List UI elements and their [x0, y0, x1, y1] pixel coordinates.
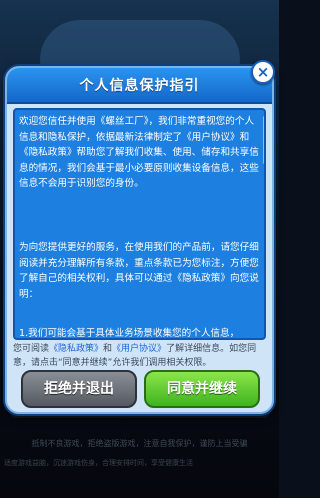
dialog-header: 个人信息保护指引 [7, 68, 272, 104]
health-notice-line: 抵制不良游戏，拒绝盗版游戏，注意自我保护，谨防上当受骗 [31, 439, 248, 448]
health-notice-line: 适度游戏益脑，沉迷游戏伤身，合理安排时间，享受健康生活 [4, 459, 193, 467]
policy-paragraph: 1.我们可能会基于具体业务场景收集您的个人信息， [19, 328, 240, 339]
reject-and-exit-button[interactable]: 拒绝并退出 [21, 370, 137, 408]
user-agreement-link[interactable]: 《用户协议》 [112, 344, 166, 354]
agree-and-continue-button[interactable]: 同意并继续 [144, 370, 260, 408]
privacy-policy-link[interactable]: 《隐私政策》 [49, 344, 103, 354]
consent-notice: 您可阅读《隐私政策》和《用户协议》了解详细信息。如您同意，请点击“同意并继续”允… [13, 342, 268, 370]
close-button[interactable]: × [251, 60, 275, 84]
notice-text: 和 [103, 344, 113, 354]
policy-paragraph: 为向您提供更好的服务，在使用我们的产品前，请您仔细阅读并充分理解所有条款，重点条… [19, 242, 259, 300]
dialog-title: 个人信息保护指引 [79, 78, 200, 94]
policy-paragraph: 欢迎您信任并使用《螺丝工厂》，我们非常重视您的个人信息和隐私保护，依据最新法律制… [19, 116, 259, 189]
privacy-dialog: 个人信息保护指引 × 欢迎您信任并使用《螺丝工厂》，我们非常重视您的个人信息和隐… [5, 60, 275, 414]
close-icon: × [256, 63, 270, 81]
scrollbar-thumb[interactable] [263, 116, 264, 164]
notice-text: 您可阅读 [13, 344, 50, 354]
policy-text-scroll-area[interactable]: 欢迎您信任并使用《螺丝工厂》，我们非常重视您的个人信息和隐私保护，依据最新法律制… [13, 108, 266, 340]
